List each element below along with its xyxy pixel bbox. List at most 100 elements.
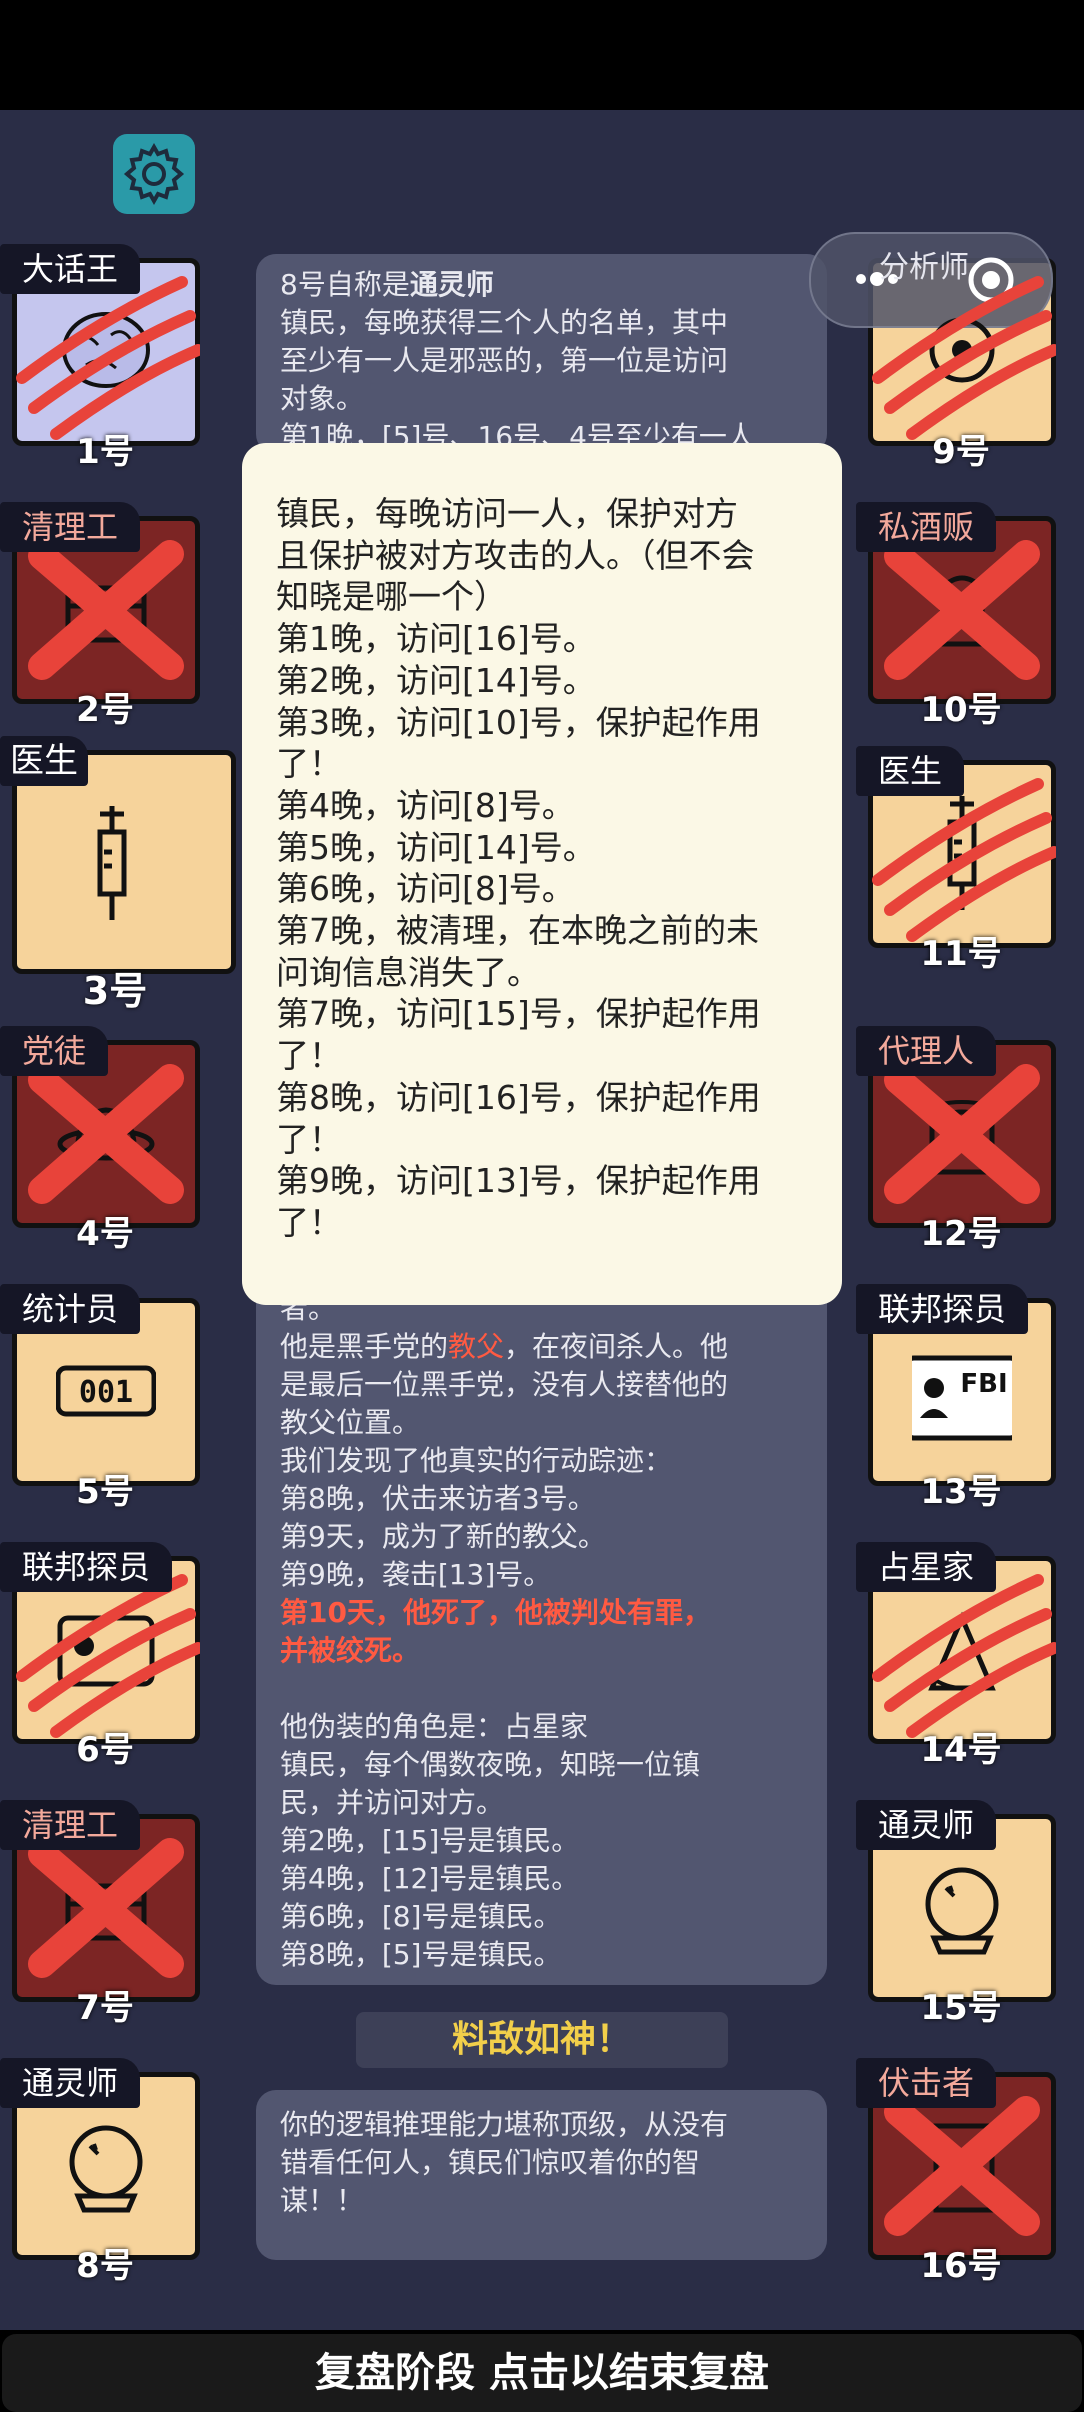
info-line: 教父位置。 [280, 1406, 421, 1439]
player-number: 13号 [920, 1472, 1002, 1512]
settings-button[interactable] [113, 134, 195, 214]
role-label: 私酒贩 [856, 502, 997, 552]
popup-line: 第2晚，访问[14]号。 [276, 660, 596, 700]
player-card[interactable]: 占星家 14号 [856, 1542, 1060, 1770]
syringe-icon [97, 806, 127, 920]
info-line: 第6晚，[8]号是镇民。 [280, 1900, 562, 1933]
popup-line: 第3晚，访问[10]号，保护起作用 [276, 702, 761, 742]
info-line: 镇民，每个偶数夜晚，知晓一位镇 [280, 1748, 701, 1781]
result-panel: 你的逻辑推理能力堪称顶级，从没有 错看任何人，镇民们惊叹着你的智 谋！！ [256, 2090, 827, 2260]
result-title: 料敌如神！ [356, 2012, 728, 2068]
result-line: 错看任何人，镇民们惊叹着你的智 [280, 2146, 701, 2179]
popup-line: 第9晚，访问[13]号，保护起作用 [276, 1161, 761, 1201]
death-line: 并被绞死。 [280, 1634, 421, 1667]
role-label: 通灵师 [856, 1800, 997, 1850]
player-number: 7号 [76, 1988, 134, 2028]
role-detail-popup[interactable]: 镇民，每晚访问一人，保护对方 且保护被对方攻击的人。（但不会 知晓是哪一个） 第1晚，… [242, 443, 842, 1305]
player-number: 16号 [920, 2246, 1002, 2286]
popup-line: 第6晚，访问[8]号。 [276, 869, 575, 909]
popup-line: 第1晚，访问[16]号。 [276, 619, 596, 659]
player-card[interactable]: 代理人 12号 [856, 1026, 1056, 1254]
info-line: 对象。 [280, 382, 365, 415]
role-label: 联邦探员 [856, 1284, 1029, 1334]
claw-marks-icon [868, 258, 1060, 446]
player-number: 15号 [920, 1988, 1002, 2028]
player-number: 3号 [82, 969, 148, 1013]
popup-line: 了！ [276, 1036, 342, 1076]
result-line: 你的逻辑推理能力堪称顶级，从没有 [280, 2108, 729, 2141]
role-label: 联邦探员 [0, 1542, 173, 1592]
player-card[interactable]: 伏击者 16号 [856, 2058, 1056, 2286]
popup-line: 第7晚，被清理，在本晚之前的未 [276, 911, 759, 951]
info-line: 第8晚，伏击来访者3号。 [280, 1482, 596, 1515]
role-label: 占星家 [856, 1542, 997, 1592]
player-card[interactable]: 通灵师 8号 [0, 2058, 200, 2286]
player-number: 5号 [76, 1472, 134, 1512]
info-line: 至少有一人是邪恶的，第一位是访问 [280, 344, 729, 377]
player-card[interactable]: 联邦探员 6号 [0, 1542, 204, 1770]
player-card[interactable]: 私酒贩 10号 [856, 502, 1056, 730]
role-label: 统计员 [0, 1284, 141, 1334]
role-label: 医生 [856, 746, 965, 796]
svg-text:FBI: FBI [960, 1369, 1007, 1399]
counter-icon: 001 [56, 1365, 156, 1417]
player-number: 11号 [920, 934, 1002, 974]
fbi-badge-icon: FBI [912, 1355, 1012, 1441]
popup-line: 了！ [276, 1202, 342, 1242]
player-number: 14号 [920, 1730, 1002, 1770]
footer-bar: 复盘阶段 点击以结束复盘 [0, 2330, 1084, 2412]
player-number: 10号 [920, 690, 1002, 730]
info-line: 第4晚，[12]号是镇民。 [280, 1862, 580, 1895]
player-number: 4号 [76, 1214, 134, 1254]
popup-line: 第5晚，访问[14]号。 [276, 827, 596, 867]
popup-line: 镇民，每晚访问一人，保护对方 [276, 494, 738, 533]
claim-line: 8号自称是通灵师 [280, 268, 494, 301]
popup-line: 第7晚，访问[15]号，保护起作用 [276, 994, 761, 1034]
info-line: 他是黑手党的教父，在夜间杀人。他 [280, 1330, 729, 1363]
player-number: 12号 [920, 1214, 1002, 1254]
info-line: 第9晚，袭击[13]号。 [280, 1558, 552, 1591]
crystal-ball-icon [925, 1867, 999, 1955]
role-label: 党徒 [0, 1026, 109, 1076]
player-card[interactable]: 大话王 1号 [0, 244, 204, 472]
player-card[interactable]: 清理工 2号 [0, 502, 200, 730]
info-panel-mid: 者。 他是黑手党的教父，在夜间杀人。他 是最后一位黑手党，没有人接替他的 教父位… [256, 1290, 827, 1985]
svg-text:001: 001 [79, 1375, 133, 1410]
player-number: 6号 [76, 1730, 134, 1770]
player-card[interactable]: 通灵师 15号 [856, 1800, 1056, 2028]
role-label: 通灵师 [0, 2058, 141, 2108]
role-label: 清理工 [0, 1800, 141, 1850]
player-card[interactable]: 医生 11号 [856, 746, 1060, 974]
info-line: 第8晚，[5]号是镇民。 [280, 1938, 562, 1971]
player-card[interactable]: FBI 联邦探员 13号 [856, 1284, 1056, 1512]
result-line: 谋！！ [280, 2184, 365, 2217]
role-label: 伏击者 [856, 2058, 997, 2108]
popup-line: 了！ [276, 744, 342, 784]
role-label: 大话王 [0, 244, 141, 294]
player-card[interactable]: 001 统计员 5号 [0, 1284, 200, 1512]
player-number: 9号 [932, 432, 990, 472]
end-review-button[interactable]: 复盘阶段 点击以结束复盘 [2, 2334, 1082, 2412]
popup-line: 第8晚，访问[16]号，保护起作用 [276, 1077, 761, 1117]
player-number: 8号 [76, 2246, 134, 2286]
info-line: 民，并访问对方。 [280, 1786, 505, 1819]
popup-line: 了！ [276, 1119, 342, 1159]
info-panel-top: 8号自称是通灵师 镇民，每晚获得三个人的名单，其中 至少有一人是邪恶的，第一位是… [256, 254, 827, 454]
status-bar [0, 0, 1084, 110]
role-label: 清理工 [0, 502, 141, 552]
info-line: 第2晚，[15]号是镇民。 [280, 1824, 580, 1857]
player-card[interactable]: 党徒 4号 [0, 1026, 200, 1254]
info-line: 我们发现了他真实的行动踪迹： [280, 1444, 673, 1477]
gear-icon [123, 142, 185, 206]
popup-line: 知晓是哪一个） [276, 577, 507, 617]
crystal-ball-icon [69, 2125, 143, 2213]
player-number: 2号 [76, 690, 134, 730]
player-card[interactable]: 清理工 7号 [0, 1800, 200, 2028]
info-line: 是最后一位黑手党，没有人接替他的 [280, 1368, 729, 1401]
popup-line: 且保护被对方攻击的人。（但不会 [276, 535, 755, 575]
popup-line: 第4晚，访问[8]号。 [276, 785, 575, 825]
player-card[interactable]: 医生 3号 [0, 736, 236, 1013]
role-label: 代理人 [856, 1026, 997, 1076]
player-number: 1号 [76, 432, 134, 472]
player-card[interactable]: 9号 [856, 250, 1060, 472]
